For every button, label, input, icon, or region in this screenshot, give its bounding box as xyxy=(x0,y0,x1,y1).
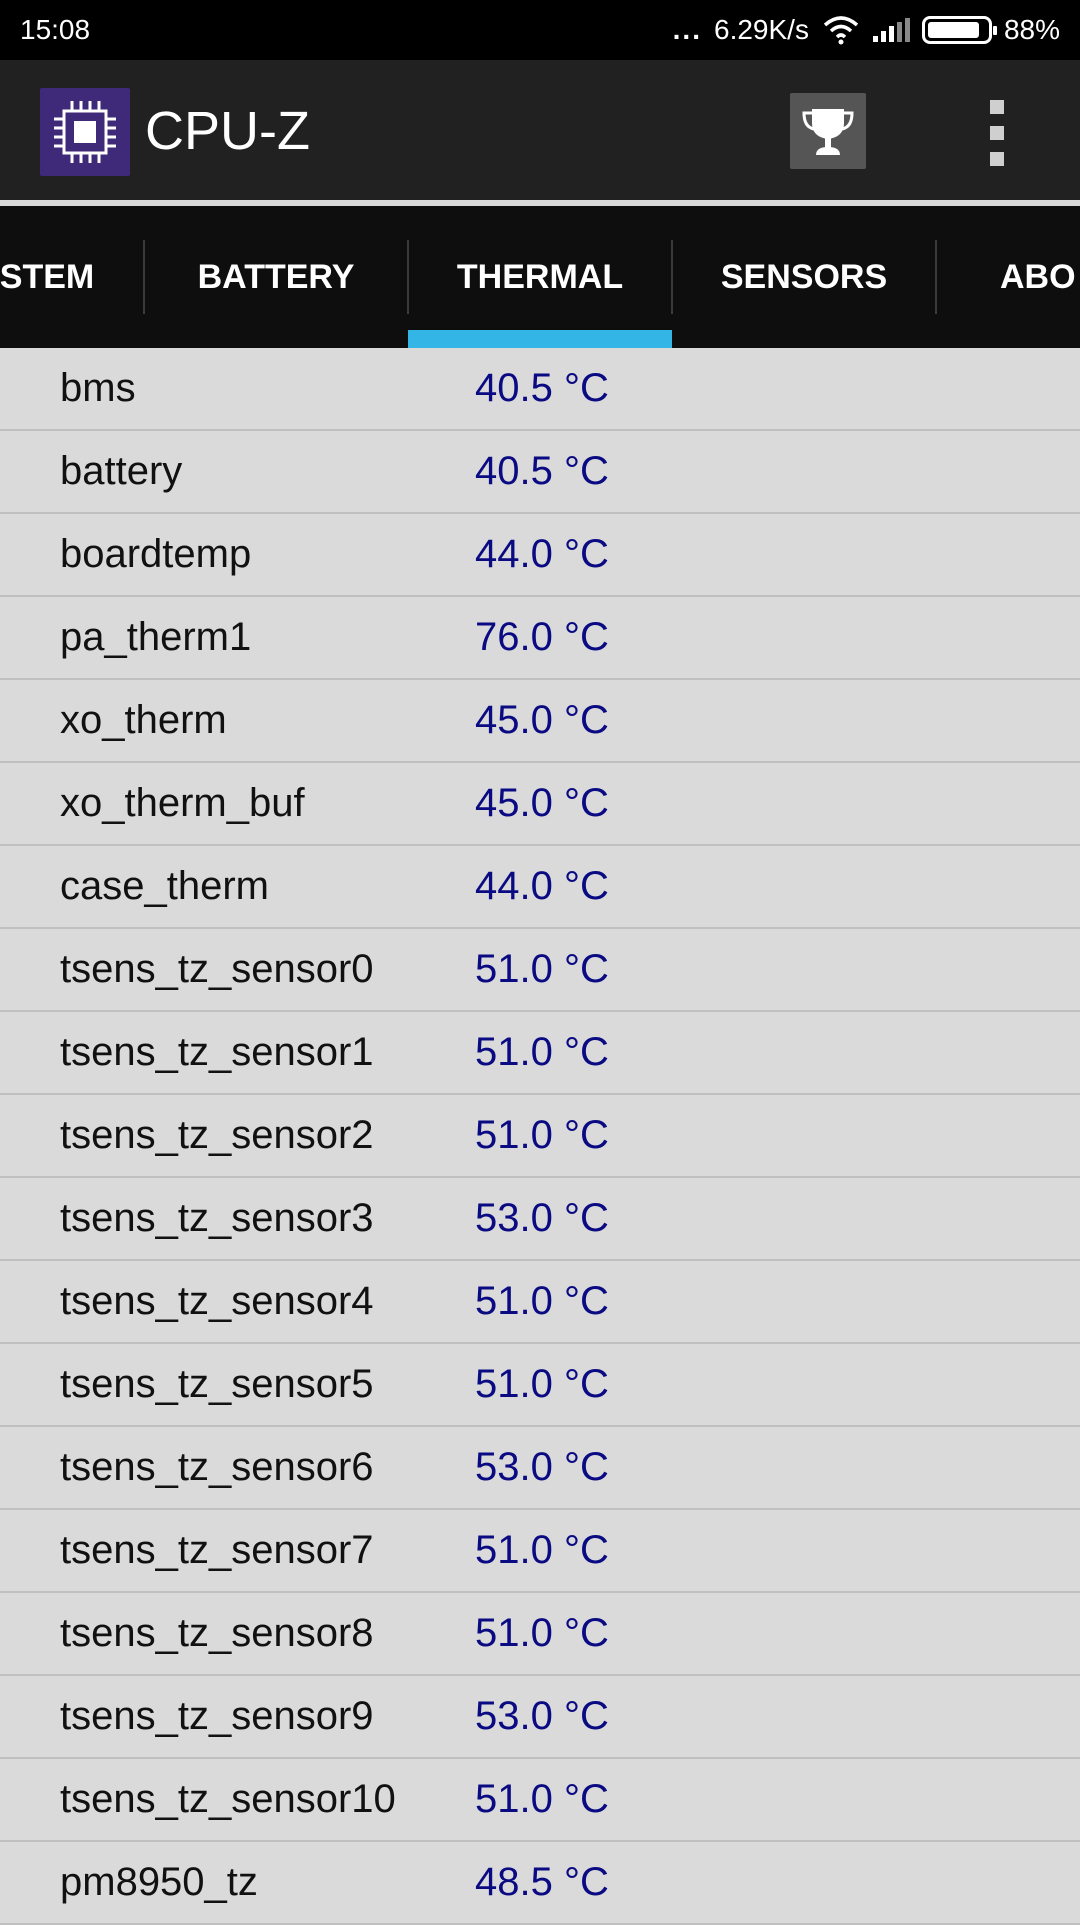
list-item: boardtemp 44.0 °C xyxy=(0,514,1080,597)
sensor-temperature: 51.0 °C xyxy=(475,1030,609,1074)
wifi-icon xyxy=(823,16,859,45)
sensor-name: tsens_tz_sensor3 xyxy=(60,1196,374,1240)
list-item: xo_therm_buf 45.0 °C xyxy=(0,763,1080,846)
app-title: CPU-Z xyxy=(145,101,310,161)
sensor-name: boardtemp xyxy=(60,532,252,576)
signal-icon xyxy=(872,18,910,42)
tab-divider xyxy=(935,240,937,314)
tab-sensors[interactable]: SENSORS xyxy=(672,206,936,348)
sensor-name: pa_therm1 xyxy=(60,615,252,659)
sensor-name: tsens_tz_sensor1 xyxy=(60,1030,374,1074)
tab-about[interactable]: ABO xyxy=(1000,206,1080,348)
list-item: tsens_tz_sensor5 51.0 °C xyxy=(0,1344,1080,1427)
list-item: tsens_tz_sensor9 53.0 °C xyxy=(0,1676,1080,1759)
tab-bar: STEM BATTERY THERMAL SENSORS ABO xyxy=(0,206,1080,348)
notification-dots: ... xyxy=(672,14,702,45)
thermal-list: bms 40.5 °C battery 40.5 °C boardtemp 44.0 °C… xyxy=(0,348,1080,1925)
list-item: xo_therm 45.0 °C xyxy=(0,680,1080,763)
list-item: pa_therm1 76.0 °C xyxy=(0,597,1080,680)
sensor-temperature: 44.0 °C xyxy=(475,864,609,908)
sensor-temperature: 53.0 °C xyxy=(475,1196,609,1240)
list-item: tsens_tz_sensor4 51.0 °C xyxy=(0,1261,1080,1344)
battery-percent: 88% xyxy=(1003,14,1060,45)
list-item: tsens_tz_sensor3 53.0 °C xyxy=(0,1178,1080,1261)
list-item: tsens_tz_sensor8 51.0 °C xyxy=(0,1593,1080,1676)
sensor-name: tsens_tz_sensor9 xyxy=(60,1694,374,1738)
sensor-temperature: 40.5 °C xyxy=(475,449,609,493)
cpu-chip-icon xyxy=(40,88,130,176)
sensor-temperature: 45.0 °C xyxy=(475,781,609,825)
list-item: battery 40.5 °C xyxy=(0,431,1080,514)
sensor-temperature: 51.0 °C xyxy=(475,947,609,991)
tab-thermal[interactable]: THERMAL xyxy=(408,206,672,348)
sensor-name: case_therm xyxy=(60,864,269,908)
list-item: bms 40.5 °C xyxy=(0,348,1080,431)
sensor-name: tsens_tz_sensor5 xyxy=(60,1362,374,1406)
status-time: 15:08 xyxy=(20,14,91,45)
list-item: case_therm 44.0 °C xyxy=(0,846,1080,929)
sensor-name: tsens_tz_sensor10 xyxy=(60,1777,396,1821)
sensor-name: tsens_tz_sensor6 xyxy=(60,1445,374,1489)
list-item: tsens_tz_sensor6 53.0 °C xyxy=(0,1427,1080,1510)
trophy-icon xyxy=(802,109,854,155)
sensor-temperature: 51.0 °C xyxy=(475,1362,609,1406)
sensor-temperature: 53.0 °C xyxy=(475,1694,609,1738)
sensor-name: xo_therm_buf xyxy=(60,781,305,825)
trophy-button[interactable] xyxy=(790,93,866,169)
sensor-name: tsens_tz_sensor7 xyxy=(60,1528,374,1572)
app-bar: CPU-Z xyxy=(0,60,1080,200)
sensor-temperature: 45.0 °C xyxy=(475,698,609,742)
sensor-temperature: 48.5 °C xyxy=(475,1860,609,1904)
sensor-name: tsens_tz_sensor0 xyxy=(60,947,374,991)
sensor-temperature: 51.0 °C xyxy=(475,1611,609,1655)
sensor-name: tsens_tz_sensor4 xyxy=(60,1279,374,1323)
network-speed: 6.29K/s xyxy=(714,14,809,45)
sensor-temperature: 40.5 °C xyxy=(475,366,609,410)
sensor-temperature: 51.0 °C xyxy=(475,1528,609,1572)
status-icons: ... 6.29K/s 88% xyxy=(673,14,1060,46)
list-item: tsens_tz_sensor1 51.0 °C xyxy=(0,1012,1080,1095)
sensor-temperature: 76.0 °C xyxy=(475,615,609,659)
sensor-temperature: 53.0 °C xyxy=(475,1445,609,1489)
sensor-name: bms xyxy=(60,366,136,410)
sensor-temperature: 51.0 °C xyxy=(475,1279,609,1323)
list-item: tsens_tz_sensor7 51.0 °C xyxy=(0,1510,1080,1593)
sensor-name: tsens_tz_sensor8 xyxy=(60,1611,374,1655)
battery-icon xyxy=(921,16,997,44)
sensor-name: battery xyxy=(60,449,183,493)
list-item: pm8950_tz 48.5 °C xyxy=(0,1842,1080,1925)
selected-tab-indicator xyxy=(408,330,672,348)
sensor-temperature: 51.0 °C xyxy=(475,1113,609,1157)
status-bar: 15:08 ... 6.29K/s 88% xyxy=(0,0,1080,60)
tab-system[interactable]: STEM xyxy=(0,206,144,348)
overflow-menu-icon[interactable] xyxy=(980,98,1014,168)
list-item: tsens_tz_sensor0 51.0 °C xyxy=(0,929,1080,1012)
tab-battery[interactable]: BATTERY xyxy=(144,206,408,348)
list-item: tsens_tz_sensor10 51.0 °C xyxy=(0,1759,1080,1842)
list-item: tsens_tz_sensor2 51.0 °C xyxy=(0,1095,1080,1178)
sensor-temperature: 51.0 °C xyxy=(475,1777,609,1821)
sensor-name: pm8950_tz xyxy=(60,1860,258,1904)
sensor-name: tsens_tz_sensor2 xyxy=(60,1113,374,1157)
sensor-temperature: 44.0 °C xyxy=(475,532,609,576)
sensor-name: xo_therm xyxy=(60,698,227,742)
